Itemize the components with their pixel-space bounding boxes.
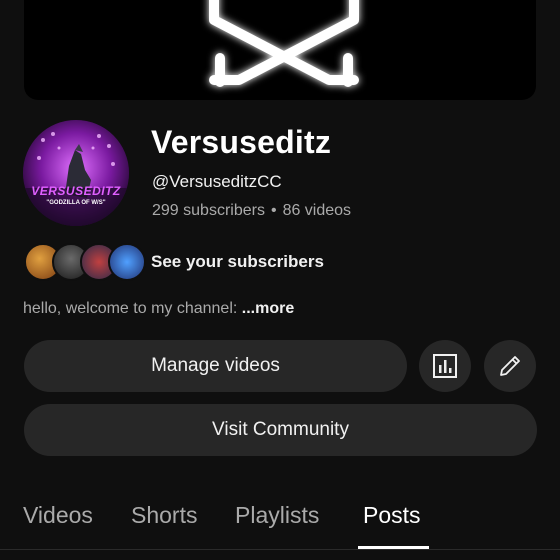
channel-name: Versuseditz (151, 124, 332, 160)
tab-videos[interactable]: Videos (23, 498, 93, 546)
channel-stats: 299 subscribers • 86 videos (152, 202, 351, 220)
tabs-divider (0, 549, 560, 550)
tab-playlists[interactable]: Playlists (235, 498, 319, 546)
capcut-logo-icon (209, 0, 359, 87)
channel-banner (24, 0, 536, 100)
manage-videos-button[interactable]: Manage videos (24, 340, 407, 392)
visit-community-button[interactable]: Visit Community (24, 404, 537, 456)
channel-handle: @VersuseditzCC (152, 172, 282, 191)
video-count: 86 videos (282, 202, 352, 219)
channel-description[interactable]: hello, welcome to my channel: ...more (23, 300, 294, 318)
avatar-text: VERSUSEDITZ (31, 184, 121, 198)
pencil-icon (500, 356, 520, 376)
edit-button[interactable] (484, 340, 536, 392)
subscriber-avatar (108, 243, 146, 281)
tab-shorts[interactable]: Shorts (131, 498, 197, 546)
channel-avatar[interactable] (23, 120, 129, 226)
analytics-button[interactable] (419, 340, 471, 392)
more-link[interactable]: ...more (242, 300, 294, 317)
description-text: hello, welcome to my channel: (23, 300, 242, 317)
tab-posts[interactable]: Posts (363, 498, 421, 546)
manage-videos-label: Manage videos (151, 355, 280, 376)
see-subscribers-link[interactable]: See your subscribers (151, 252, 324, 272)
avatar-subtext: "GODZILLA OF W/S" (46, 200, 106, 206)
channel-tabs: Videos Shorts Playlists Posts (0, 498, 560, 548)
analytics-icon (433, 354, 457, 378)
stats-separator: • (270, 202, 277, 219)
subscriber-count: 299 subscribers (152, 202, 265, 219)
subscriber-avatars[interactable] (24, 243, 146, 281)
visit-community-label: Visit Community (212, 419, 349, 440)
